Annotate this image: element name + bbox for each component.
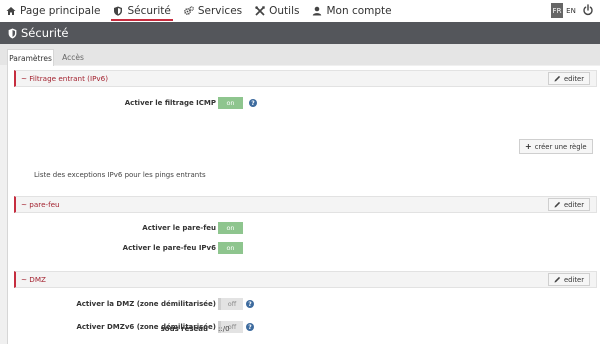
page-header: Sécurité [0, 22, 600, 44]
section-dmz-header[interactable]: ~ DMZ editer [14, 271, 597, 288]
edit-ipv6-label: editer [563, 74, 584, 83]
section-ipv6-title: ~ Filtrage entrant (IPv6) [21, 74, 109, 83]
user-icon [313, 6, 322, 16]
firewall-toggle[interactable]: on [218, 222, 243, 234]
icmp-filter-label: Activer le filtrage ICMP [124, 99, 216, 107]
content-area: Paramètres Accès ~ Filtrage entrant (IPv… [0, 44, 600, 344]
top-navigation: Page principale Sécurité Services Outils… [0, 0, 600, 22]
section-firewall-header[interactable]: ~ pare-feu editer [14, 196, 597, 213]
edit-dmz-button[interactable]: editer [547, 273, 590, 286]
section-ipv6-header[interactable]: ~ Filtrage entrant (IPv6) editer [14, 70, 597, 87]
tab-parametres[interactable]: Paramètres [7, 49, 54, 66]
nav-home[interactable]: Page principale [6, 0, 100, 22]
nav-tools-label: Outils [269, 5, 300, 17]
lang-en-button[interactable]: EN [565, 3, 577, 18]
icmp-help-icon[interactable]: ? [249, 99, 257, 107]
shield-icon [8, 28, 17, 38]
nav-services-label: Services [197, 5, 243, 17]
nav-services[interactable]: Services [183, 0, 243, 22]
section-firewall-title: ~ pare-feu [21, 200, 60, 209]
create-rule-label: créer une règle [534, 142, 587, 151]
shield-icon [114, 6, 123, 16]
nav-account-label: Mon compte [326, 5, 392, 17]
nav-tools[interactable]: Outils [255, 0, 299, 22]
dmz6-help-icon[interactable]: ? [246, 323, 254, 331]
lang-fr-button[interactable]: FR [551, 3, 563, 18]
gears-icon [183, 6, 194, 15]
home-icon [6, 7, 16, 15]
dmz-label: Activer la DMZ (zone démilitarisée) [76, 300, 216, 308]
pencil-icon [554, 201, 561, 208]
dmz-toggle[interactable]: off [218, 298, 243, 310]
power-icon[interactable] [582, 4, 594, 16]
pencil-icon [554, 75, 561, 82]
tools-icon [255, 6, 265, 16]
nav-security-label: Sécurité [127, 5, 171, 17]
pencil-icon [554, 276, 561, 283]
page-title: Sécurité [21, 26, 69, 40]
plus-icon: + [525, 142, 532, 151]
nav-home-label: Page principale [20, 5, 101, 17]
edit-ipv6-button[interactable]: editer [547, 72, 590, 85]
icmp-filter-toggle[interactable]: on [218, 97, 243, 109]
edit-firewall-button[interactable]: editer [547, 198, 590, 211]
edit-dmz-label: editer [563, 275, 584, 284]
ipv6-exceptions-text: Liste des exceptions IPv6 pour les pings… [34, 171, 206, 179]
subnet-value: ::/0 [218, 325, 230, 333]
nav-security[interactable]: Sécurité [111, 0, 174, 22]
subnet-label: sous réseau [160, 325, 208, 333]
dmz-help-icon[interactable]: ? [246, 300, 254, 308]
settings-panel: ~ Filtrage entrant (IPv6) editer Activer… [7, 66, 600, 344]
edit-firewall-label: editer [563, 200, 584, 209]
section-dmz-title: ~ DMZ [21, 275, 46, 284]
firewall-label: Activer le pare-feu [142, 224, 216, 232]
firewall-ipv6-label: Activer le pare-feu IPv6 [122, 244, 216, 252]
firewall-ipv6-toggle[interactable]: on [218, 242, 243, 254]
nav-account[interactable]: Mon compte [312, 0, 392, 22]
tab-acces[interactable]: Accès [56, 49, 90, 66]
create-rule-button[interactable]: + créer une règle [519, 139, 593, 154]
